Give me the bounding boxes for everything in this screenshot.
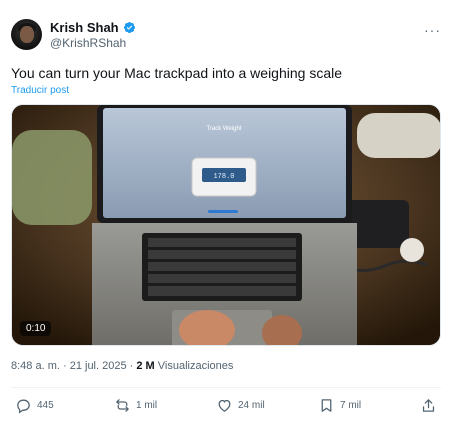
translate-post-link[interactable]: Traducir post [11, 85, 69, 96]
verified-badge-icon [123, 21, 135, 34]
tweet-date[interactable]: 21 jul. 2025 [70, 360, 127, 372]
tweet-card: Krish Shah @KrishRShah ··· You can turn … [0, 0, 450, 428]
bookmark-button[interactable]: 7 mil [318, 397, 361, 414]
heart-icon [218, 399, 231, 412]
scale-reading: 178.0 [213, 173, 234, 181]
tweet-meta: 8:48 a. m. · 21 jul. 2025 · 2 M Visualiz… [11, 360, 233, 372]
bookmark-icon [321, 399, 332, 412]
author-handle[interactable]: @KrishRShah [50, 36, 126, 50]
repost-button[interactable]: 1 mil [114, 397, 157, 414]
author-name-row: Krish Shah [50, 20, 136, 35]
reply-count: 445 [37, 400, 54, 411]
repost-icon [116, 399, 129, 412]
bookmark-count: 7 mil [340, 400, 362, 411]
screen-title: Track Weight [206, 126, 241, 132]
reply-icon [17, 399, 30, 414]
tweet-text: You can turn your Mac trackpad into a we… [11, 65, 343, 81]
more-options-icon[interactable]: ··· [424, 22, 441, 38]
divider [11, 387, 441, 388]
author-display-name[interactable]: Krish Shah [50, 20, 119, 35]
video-duration: 0:10 [20, 321, 52, 336]
tweet-time[interactable]: 8:48 a. m. [11, 360, 60, 372]
like-button[interactable]: 24 mil [216, 397, 265, 414]
like-count: 24 mil [238, 400, 265, 411]
avatar-face [20, 26, 34, 43]
video-player[interactable]: Track Weight 178.0 0:10 [11, 104, 441, 346]
repost-count: 1 mil [136, 400, 158, 411]
meta-separator: · [59, 360, 70, 372]
share-icon [422, 399, 435, 412]
video-frame: Track Weight 178.0 [12, 105, 440, 345]
share-button[interactable] [420, 397, 437, 414]
avatar[interactable] [11, 19, 42, 50]
meta-separator-2: · [126, 360, 137, 372]
views-label: Visualizaciones [154, 360, 234, 372]
action-bar: 445 1 mil 24 mil 7 mil [11, 397, 441, 419]
reply-button[interactable]: 445 [15, 397, 54, 414]
views-count: 2 M [136, 360, 155, 372]
